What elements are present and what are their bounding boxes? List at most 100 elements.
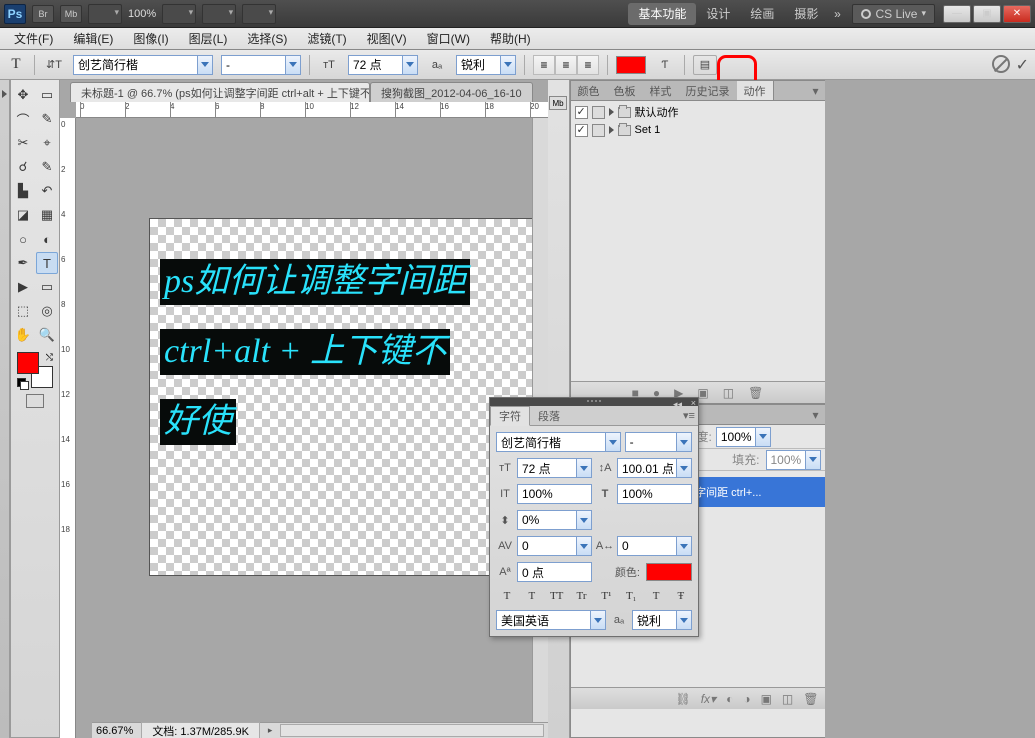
align-right[interactable]: ≡: [577, 55, 599, 75]
font-family-select[interactable]: 创艺简行楷: [73, 55, 213, 75]
small-caps[interactable]: Tr: [573, 588, 591, 604]
3d-camera-tool[interactable]: ◎: [36, 300, 58, 322]
layer-style-icon[interactable]: fx▾: [701, 692, 716, 706]
char-tab[interactable]: 字符: [490, 406, 530, 426]
tab-styles[interactable]: 样式: [643, 81, 679, 100]
move-tool[interactable]: ✥: [12, 84, 34, 106]
minibridge-button[interactable]: Mb: [60, 5, 82, 23]
foreground-color[interactable]: [17, 352, 39, 374]
default-colors-icon[interactable]: [17, 378, 27, 388]
font-size-select[interactable]: 72 点: [348, 55, 418, 75]
workspace-more[interactable]: »: [828, 3, 846, 25]
cp-leading[interactable]: 100.01 点: [617, 458, 692, 478]
crop-tool[interactable]: ✂: [12, 132, 34, 154]
menu-select[interactable]: 选择(S): [237, 30, 297, 47]
history-brush-tool[interactable]: ↶: [36, 180, 58, 202]
tab-swatches[interactable]: 色板: [607, 81, 643, 100]
marquee-tool[interactable]: ▭: [36, 84, 58, 106]
panel-collapse-icon[interactable]: ◂◂: [673, 399, 682, 410]
strikethrough[interactable]: Ŧ: [672, 588, 690, 604]
subscript[interactable]: T₁: [622, 588, 640, 604]
type-tool[interactable]: T: [36, 252, 58, 274]
workspace-painting[interactable]: 绘画: [740, 3, 784, 25]
new-group-icon[interactable]: ▣: [761, 692, 772, 706]
antialias-select[interactable]: 锐利: [456, 55, 516, 75]
minibridge-icon[interactable]: Mb: [549, 96, 567, 110]
warp-text-button[interactable]: Ƭ: [654, 54, 676, 76]
action-toggle-checkbox[interactable]: [575, 106, 588, 119]
fill-select[interactable]: 100%: [766, 450, 821, 470]
view-extras-dropdown[interactable]: [162, 4, 196, 24]
action-dialog-toggle[interactable]: [592, 106, 605, 119]
tool-preset-icon[interactable]: T: [6, 55, 26, 75]
tab-history[interactable]: 历史记录: [679, 81, 737, 100]
panel-menu-icon[interactable]: ▾: [807, 81, 825, 100]
doc-info[interactable]: 文档: 1.37M/285.9K: [141, 722, 260, 738]
menu-window[interactable]: 窗口(W): [417, 30, 480, 47]
gradient-tool[interactable]: ▦: [36, 204, 58, 226]
new-set-icon[interactable]: ▣: [697, 386, 708, 400]
menu-edit[interactable]: 编辑(E): [63, 30, 123, 47]
color-fgbg[interactable]: ⤭: [17, 352, 53, 388]
faux-italic[interactable]: T: [523, 588, 541, 604]
faux-bold[interactable]: T: [498, 588, 516, 604]
cp-baseline[interactable]: 0 点: [517, 562, 592, 582]
text-line-1[interactable]: ps如何让调整字间距: [160, 259, 470, 305]
cp-size[interactable]: 72 点: [517, 458, 592, 478]
cp-kern-auto[interactable]: 0: [617, 536, 692, 556]
adjustment-layer-icon[interactable]: ◑: [743, 692, 750, 706]
maximize-button[interactable]: ▣: [973, 5, 1001, 23]
zoom-field[interactable]: 66.67%: [96, 725, 133, 737]
healing-tool[interactable]: ☌: [12, 156, 34, 178]
cp-vscale[interactable]: 100%: [517, 484, 592, 504]
panel-close-icon[interactable]: ×: [691, 398, 696, 408]
canvas-viewport[interactable]: ps如何让调整字间距 ctrl+alt + 上下键不 好使 66.67% 文档:…: [76, 118, 548, 738]
quick-mask-toggle[interactable]: [26, 394, 44, 408]
trash-icon[interactable]: 🗑: [748, 386, 763, 400]
close-button[interactable]: ✕: [1003, 5, 1031, 23]
left-dock-strip[interactable]: [0, 80, 10, 738]
layer-mask-icon[interactable]: ◐: [726, 692, 733, 706]
commit-edits-button[interactable]: ✓: [1016, 55, 1029, 75]
new-action-icon[interactable]: ◫: [723, 386, 734, 400]
panel-header[interactable]: ◂◂ ×: [490, 398, 698, 406]
cp-kerning[interactable]: 0: [517, 536, 592, 556]
para-tab[interactable]: 段落: [530, 406, 568, 425]
doc-info-arrow[interactable]: ▸: [268, 725, 273, 736]
font-style-select[interactable]: -: [221, 55, 301, 75]
character-panel[interactable]: ◂◂ × 字符 段落 ▾≡ 创艺简行楷 - тT72 点 ↕A100.01 点 …: [489, 397, 699, 637]
screen-dropdown[interactable]: [242, 4, 276, 24]
panel-menu-icon[interactable]: ▾≡: [680, 406, 698, 425]
delete-layer-icon[interactable]: 🗑: [803, 692, 818, 706]
workspace-essentials[interactable]: 基本功能: [628, 3, 696, 25]
doc-tab-2[interactable]: 搜狗截图_2012-04-06_16-10: [370, 82, 533, 102]
bridge-button[interactable]: Br: [32, 5, 54, 23]
menu-file[interactable]: 文件(F): [4, 30, 63, 47]
cp-language[interactable]: 美国英语: [496, 610, 606, 630]
expand-icon[interactable]: [609, 108, 614, 116]
superscript[interactable]: T¹: [597, 588, 615, 604]
expand-dock-icon[interactable]: [2, 90, 7, 98]
all-caps[interactable]: TT: [548, 588, 566, 604]
dodge-tool[interactable]: ◐: [36, 228, 58, 250]
action-toggle-checkbox[interactable]: [575, 124, 588, 137]
action-dialog-toggle[interactable]: [592, 124, 605, 137]
lasso-tool[interactable]: ⌒: [12, 108, 34, 130]
pen-tool[interactable]: ✒: [12, 252, 34, 274]
expand-icon[interactable]: [609, 126, 614, 134]
blur-tool[interactable]: ○: [12, 228, 34, 250]
doc-tab-active[interactable]: 未标题-1 @ 66.7% (ps如何让调整字间距 ctrl+alt + 上下键…: [70, 82, 370, 102]
underline[interactable]: T: [647, 588, 665, 604]
screen-mode-dropdown[interactable]: [88, 4, 122, 24]
path-select-tool[interactable]: ▶: [12, 276, 34, 298]
minimize-button[interactable]: —: [943, 5, 971, 23]
quick-select-tool[interactable]: ✎: [36, 108, 58, 130]
action-row-set1[interactable]: Set 1: [571, 121, 825, 139]
ruler-vertical[interactable]: 024681012141618: [60, 118, 76, 738]
cs-live-button[interactable]: CS Live▾: [852, 4, 935, 24]
text-line-2[interactable]: ctrl+alt + 上下键不: [160, 329, 450, 375]
menu-filter[interactable]: 滤镜(T): [297, 30, 356, 47]
eraser-tool[interactable]: ◪: [12, 204, 34, 226]
align-left[interactable]: ≡: [533, 55, 555, 75]
ruler-horizontal[interactable]: 024681012141618202224262830: [76, 102, 548, 118]
